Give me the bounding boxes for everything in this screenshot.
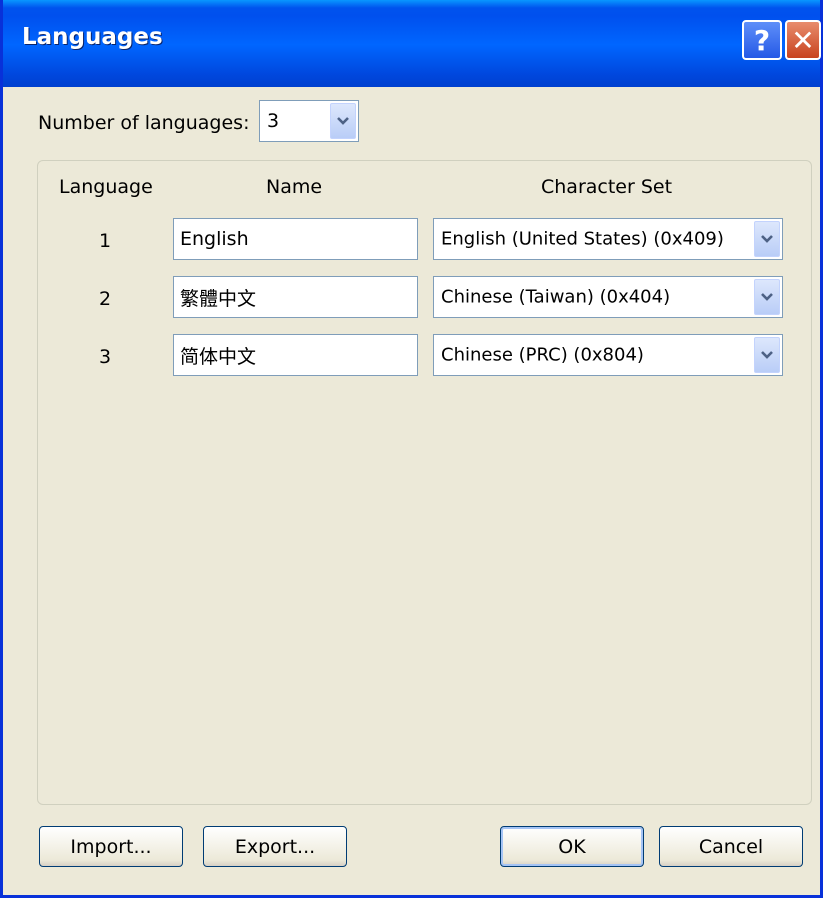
character-set-select[interactable]: Chinese (PRC) (0x804) bbox=[433, 334, 783, 376]
header-character-set: Character Set bbox=[541, 176, 673, 198]
row-number: 2 bbox=[99, 288, 112, 310]
character-set-select[interactable]: Chinese (Taiwan) (0x404) bbox=[433, 276, 783, 318]
cancel-button[interactable]: Cancel bbox=[659, 826, 803, 867]
row-number: 3 bbox=[99, 346, 112, 368]
title-bar[interactable]: Languages ? ✕ bbox=[3, 0, 821, 87]
language-name-input[interactable]: 简体中文 bbox=[173, 334, 418, 376]
chevron-down-icon[interactable] bbox=[754, 337, 780, 373]
row-number: 1 bbox=[99, 230, 112, 252]
language-name-input[interactable]: English bbox=[173, 218, 418, 260]
number-of-languages-label: Number of languages: bbox=[38, 112, 250, 134]
character-set-value: Chinese (Taiwan) (0x404) bbox=[441, 286, 671, 308]
help-icon[interactable]: ? bbox=[742, 20, 782, 60]
header-language: Language bbox=[59, 176, 153, 198]
window-title: Languages bbox=[22, 24, 163, 50]
import-button[interactable]: Import... bbox=[39, 826, 183, 867]
chevron-down-icon[interactable] bbox=[754, 221, 780, 257]
export-button[interactable]: Export... bbox=[203, 826, 347, 867]
chevron-down-icon[interactable] bbox=[754, 279, 780, 315]
close-icon[interactable]: ✕ bbox=[785, 20, 821, 60]
language-name-input[interactable]: 繁體中文 bbox=[173, 276, 418, 318]
header-name: Name bbox=[266, 176, 323, 198]
character-set-value: Chinese (PRC) (0x804) bbox=[441, 344, 644, 366]
number-of-languages-value: 3 bbox=[267, 110, 280, 132]
chevron-down-icon[interactable] bbox=[330, 103, 356, 139]
number-of-languages-select[interactable]: 3 bbox=[259, 100, 359, 142]
ok-button[interactable]: OK bbox=[500, 826, 644, 867]
languages-dialog: Languages ? ✕ Number of languages: 3 Lan… bbox=[0, 0, 823, 898]
character-set-value: English (United States) (0x409) bbox=[441, 228, 724, 250]
character-set-select[interactable]: English (United States) (0x409) bbox=[433, 218, 783, 260]
